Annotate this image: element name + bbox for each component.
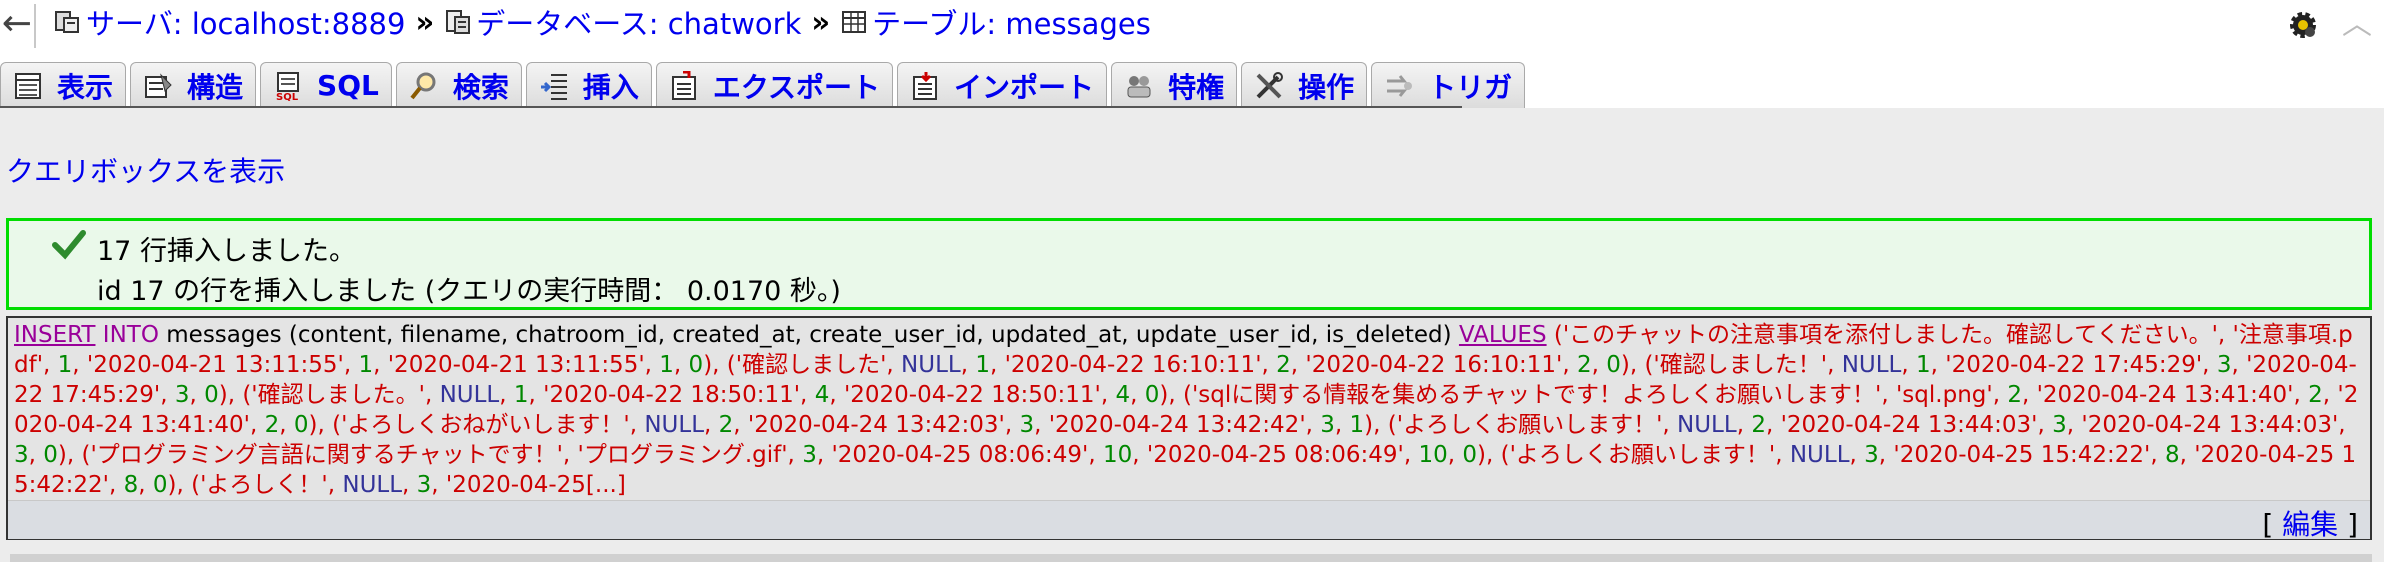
edit-query-link[interactable]: 編集	[2282, 508, 2338, 541]
settings-gear-icon[interactable]	[2286, 8, 2320, 42]
breadcrumb-server-label: サーバ: localhost:8889	[86, 7, 406, 41]
tab-export[interactable]: エクスポート	[655, 62, 894, 108]
server-icon	[55, 11, 79, 33]
edit-row: [ 編集 ]	[8, 500, 2370, 541]
search-icon	[410, 72, 436, 99]
tab-browse[interactable]: 表示	[0, 62, 127, 108]
breadcrumb-server[interactable]: サーバ: localhost:8889	[54, 1, 405, 43]
import-icon	[913, 71, 938, 100]
back-arrow-icon[interactable]: ←	[0, 4, 36, 48]
edit-bracket-close: ]	[2338, 508, 2358, 541]
svg-text:SQL: SQL	[276, 92, 299, 101]
edit-bracket-open: [	[2262, 508, 2283, 541]
operations-icon	[1256, 71, 1284, 98]
triggers-icon	[1387, 74, 1413, 97]
main-content: クエリボックスを表示 17 行挿入しました。 id 17 の行を挿入しました (…	[0, 108, 2384, 562]
breadcrumb-table-label: テーブル: messages	[872, 7, 1151, 41]
tab-triggers[interactable]: トリガ	[1371, 62, 1526, 108]
breadcrumb-separator: »	[415, 5, 435, 39]
table-tabs: 表示 構造 SQL SQL 検索 挿入 エクスポート インポート 特権 操作 ト…	[0, 58, 1529, 108]
top-right-icons: ︿	[2286, 8, 2372, 42]
insert-icon	[540, 73, 567, 100]
tab-export-label: エクスポート	[712, 70, 881, 104]
breadcrumb-database[interactable]: データベース: chatwork	[444, 1, 801, 43]
bottom-divider	[10, 554, 2372, 562]
tab-search-label: 検索	[452, 70, 509, 104]
tab-import[interactable]: インポート	[897, 62, 1108, 108]
sql-table-columns: messages (content, filename, chatroom_id…	[158, 322, 1459, 348]
show-query-box-link[interactable]: クエリボックスを表示	[6, 150, 285, 190]
table-icon	[842, 11, 867, 33]
browse-icon	[15, 72, 41, 99]
sql-query-box: INSERT INTO messages (content, filename,…	[6, 316, 2372, 541]
tab-insert-label: 挿入	[582, 70, 639, 104]
edit-link-wrapper: [ 編集 ]	[2262, 503, 2358, 543]
tab-structure[interactable]: 構造	[130, 62, 257, 108]
tab-triggers-label: トリガ	[1428, 70, 1513, 104]
sql-values-keyword-link[interactable]: VALUES	[1459, 322, 1547, 348]
tab-search[interactable]: 検索	[395, 62, 522, 108]
export-icon	[671, 70, 696, 100]
sql-insert-keyword-link[interactable]: INSERT	[14, 322, 95, 348]
tab-browse-label: 表示	[57, 70, 114, 104]
breadcrumb-database-label: データベース: chatwork	[476, 7, 802, 41]
sql-icon: SQL	[276, 71, 300, 101]
sql-query-text: INSERT INTO messages (content, filename,…	[14, 322, 2359, 498]
breadcrumb-separator: »	[811, 5, 831, 39]
success-message: 17 行挿入しました。 id 17 の行を挿入しました (クエリの実行時間： 0…	[6, 218, 2372, 310]
database-icon	[446, 10, 471, 34]
structure-icon	[145, 72, 172, 98]
sql-truncated-marker: [...]	[585, 472, 626, 498]
breadcrumb: サーバ: localhost:8889 » データベース: chatwork »…	[54, 2, 1151, 42]
success-detail: id 17 の行を挿入しました (クエリの実行時間： 0.0170 秒。)	[97, 276, 841, 307]
tab-import-label: インポート	[954, 70, 1095, 104]
check-icon	[52, 230, 86, 260]
tab-sql[interactable]: SQL SQL	[260, 62, 392, 108]
success-rows-inserted: 17 行挿入しました。	[97, 236, 356, 267]
privileges-icon	[1127, 75, 1151, 97]
tab-operations[interactable]: 操作	[1241, 62, 1368, 108]
tab-structure-label: 構造	[187, 70, 244, 104]
sql-into-keyword: INTO	[102, 322, 159, 348]
tab-sql-label: SQL	[317, 69, 379, 102]
breadcrumb-table[interactable]: テーブル: messages	[840, 1, 1151, 43]
collapse-up-icon[interactable]: ︿	[2342, 10, 2372, 40]
tab-operations-label: 操作	[1298, 70, 1355, 104]
top-bar: ← サーバ: localhost:8889 » データベース: chatwork…	[0, 0, 2384, 56]
tab-insert[interactable]: 挿入	[525, 62, 652, 108]
tab-privileges[interactable]: 特権	[1111, 62, 1238, 108]
tab-privileges-label: 特権	[1168, 70, 1225, 104]
